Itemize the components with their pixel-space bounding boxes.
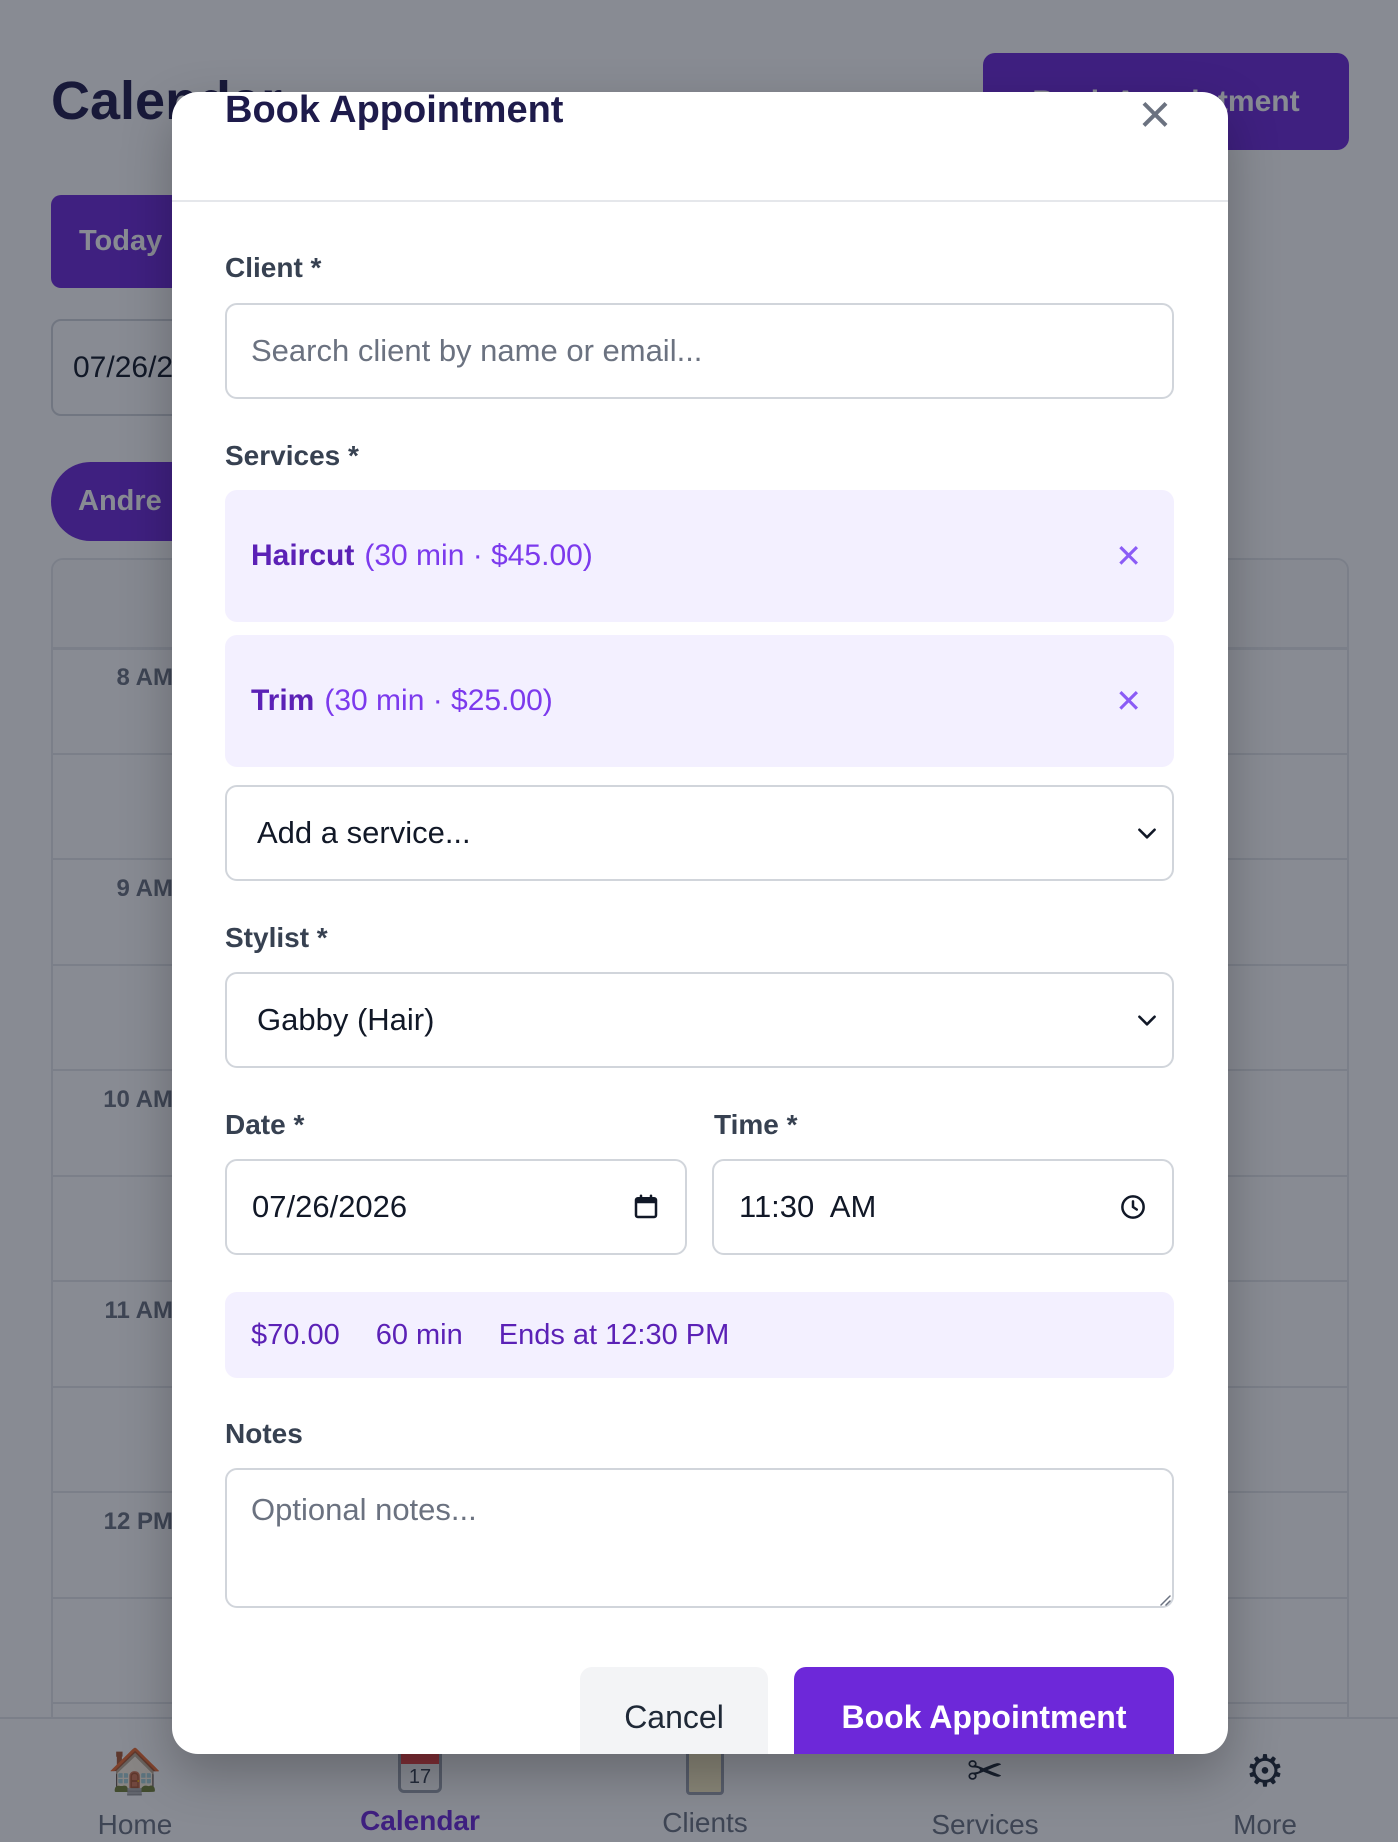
- resize-handle-icon[interactable]: [1157, 1592, 1171, 1606]
- client-label: Client *: [225, 252, 322, 283]
- stylist-value: Gabby (Hair): [257, 1002, 435, 1037]
- service-meta: (30 min · $45.00): [364, 539, 593, 572]
- time-input[interactable]: 11:30 AM: [712, 1159, 1174, 1255]
- calendar-icon[interactable]: [631, 1192, 661, 1222]
- service-meta: (30 min · $25.00): [324, 684, 553, 717]
- add-service-select[interactable]: Add a service...: [225, 785, 1174, 881]
- date-value: 07/26/2026: [252, 1189, 408, 1224]
- notes-textarea[interactable]: [225, 1468, 1174, 1608]
- book-appointment-dialog: Book Appointment × Client * Services * H…: [172, 92, 1228, 1754]
- dialog-title: Book Appointment: [225, 92, 564, 131]
- chevron-down-icon: [1138, 1015, 1156, 1026]
- close-icon[interactable]: ×: [1130, 92, 1180, 144]
- stylist-label: Stylist *: [225, 922, 328, 953]
- services-label: Services *: [225, 440, 359, 471]
- stylist-select[interactable]: Gabby (Hair): [225, 972, 1174, 1068]
- service-chip-trim: Trim (30 min · $25.00) ✕: [225, 635, 1174, 767]
- service-name: Trim: [251, 684, 315, 717]
- notes-label: Notes: [225, 1418, 303, 1449]
- clock-icon[interactable]: [1118, 1192, 1148, 1222]
- time-label: Time *: [714, 1109, 798, 1140]
- remove-service-icon[interactable]: ✕: [1115, 685, 1142, 717]
- date-label: Date *: [225, 1109, 305, 1140]
- book-appointment-submit-button[interactable]: Book Appointment: [794, 1667, 1174, 1754]
- summary-end-time: Ends at 12:30 PM: [498, 1318, 730, 1351]
- cancel-button[interactable]: Cancel: [580, 1667, 768, 1754]
- remove-service-icon[interactable]: ✕: [1115, 540, 1142, 572]
- dialog-header: Book Appointment ×: [172, 92, 1228, 202]
- client-search-input[interactable]: [225, 303, 1174, 399]
- service-chip-haircut: Haircut (30 min · $45.00) ✕: [225, 490, 1174, 622]
- summary-price: $70.00: [251, 1318, 340, 1351]
- date-input[interactable]: 07/26/2026: [225, 1159, 687, 1255]
- add-service-placeholder: Add a service...: [257, 815, 471, 850]
- appointment-summary: $70.00 60 min Ends at 12:30 PM: [225, 1292, 1174, 1378]
- service-name: Haircut: [251, 539, 355, 572]
- summary-duration: 60 min: [375, 1318, 463, 1351]
- time-value: 11:30 AM: [739, 1189, 877, 1224]
- chevron-down-icon: [1138, 828, 1156, 839]
